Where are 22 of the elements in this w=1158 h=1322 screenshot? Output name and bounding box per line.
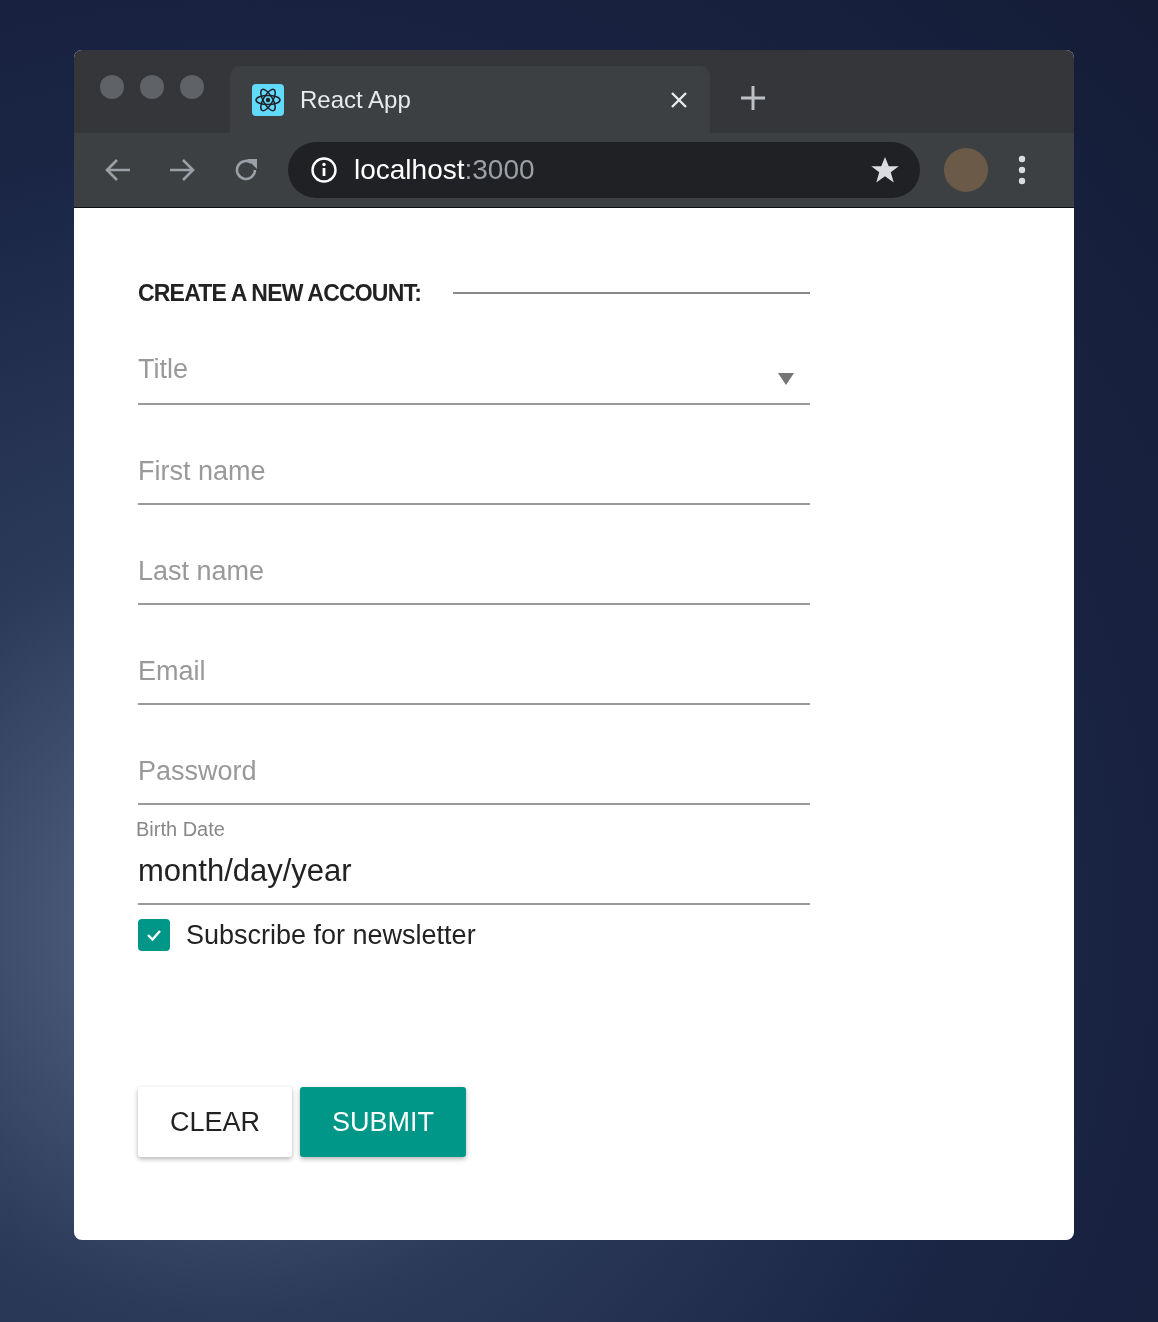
checkbox-label[interactable]: Subscribe for newsletter — [186, 919, 476, 951]
dropdown-caret-icon — [778, 373, 794, 385]
more-menu-icon[interactable] — [1018, 155, 1026, 185]
url-host: localhost — [354, 154, 465, 186]
clear-button[interactable]: CLEAR — [138, 1087, 293, 1157]
url-port: :3000 — [464, 154, 535, 186]
info-icon[interactable] — [310, 156, 338, 184]
text-input-field[interactable]: Password — [138, 756, 810, 787]
field-label: Birth Date — [136, 818, 225, 841]
text-input-field[interactable]: Last name — [138, 556, 810, 587]
date-input-field[interactable]: month/day/year — [138, 853, 810, 889]
submit-button[interactable]: SUBMIT — [300, 1087, 467, 1157]
star-icon[interactable] — [870, 155, 900, 185]
text-input-field[interactable]: First name — [138, 456, 810, 487]
form-heading: CREATE A NEW ACCOUNT: — [138, 279, 422, 307]
close-icon[interactable] — [670, 90, 688, 109]
browser-tab[interactable]: React App — [230, 66, 710, 133]
checkbox[interactable] — [138, 919, 170, 951]
address-bar[interactable]: localhost:3000 — [288, 142, 920, 198]
atom-icon — [252, 83, 284, 116]
plus-icon[interactable] — [740, 85, 766, 111]
text-input-field[interactable]: Email — [138, 656, 810, 687]
